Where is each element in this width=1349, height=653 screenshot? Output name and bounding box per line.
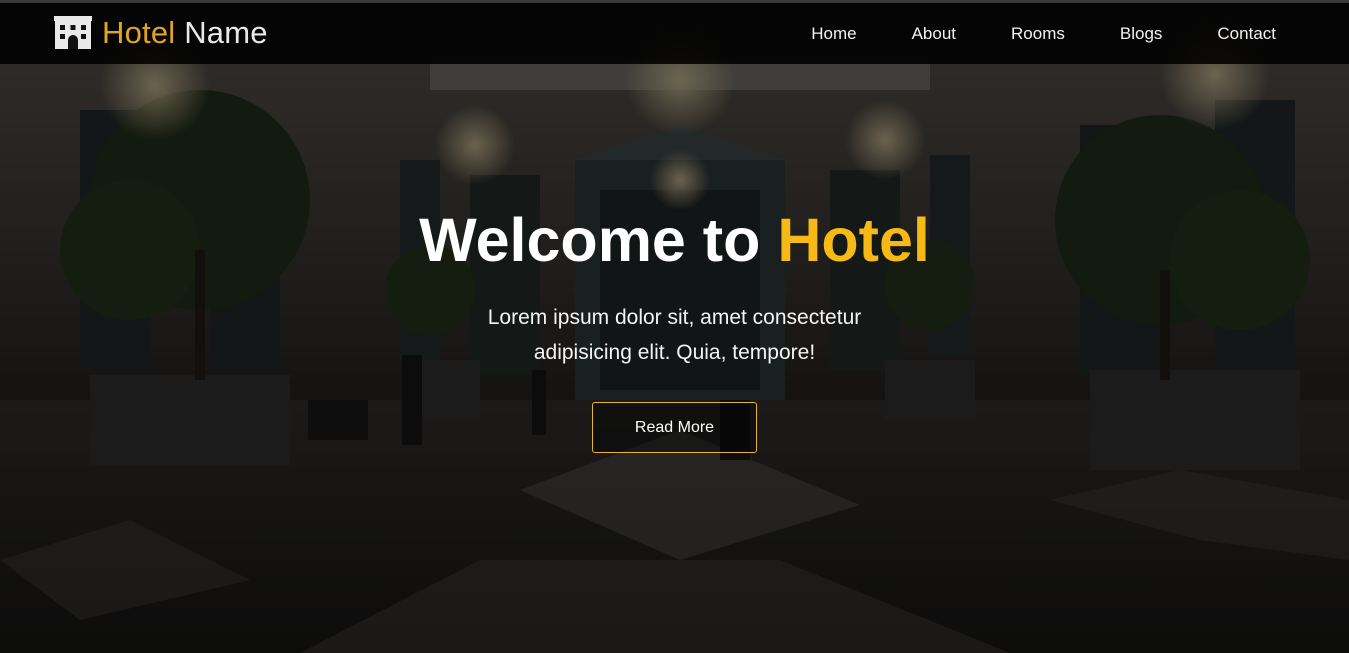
brand-name-rest: Name xyxy=(184,15,268,50)
hero-title-accent: Hotel xyxy=(777,206,930,274)
hero-subtitle: Lorem ipsum dolor sit, amet consectetur … xyxy=(487,306,862,364)
hero-section: Welcome to Hotel Lorem ipsum dolor sit, … xyxy=(0,200,1349,453)
nav-item-rooms[interactable]: Rooms xyxy=(1011,24,1065,44)
hero-title: Welcome to Hotel xyxy=(0,200,1349,280)
main-nav: Home About Rooms Blogs Contact xyxy=(811,3,1276,64)
nav-item-contact[interactable]: Contact xyxy=(1217,24,1276,44)
brand-logo-link[interactable]: Hotel Name xyxy=(54,13,268,53)
read-more-button[interactable]: Read More xyxy=(592,402,757,453)
hero-title-prefix: Welcome to xyxy=(419,206,761,274)
hotel-building-icon xyxy=(54,16,92,50)
nav-item-home[interactable]: Home xyxy=(811,24,856,44)
nav-item-about[interactable]: About xyxy=(912,24,956,44)
nav-item-blogs[interactable]: Blogs xyxy=(1120,24,1163,44)
brand-name: Hotel Name xyxy=(102,13,268,53)
brand-name-accent: Hotel xyxy=(102,15,176,50)
top-navbar: Hotel Name Home About Rooms Blogs Contac… xyxy=(0,0,1349,64)
hotel-landing-page: Hotel Name Home About Rooms Blogs Contac… xyxy=(0,0,1349,653)
